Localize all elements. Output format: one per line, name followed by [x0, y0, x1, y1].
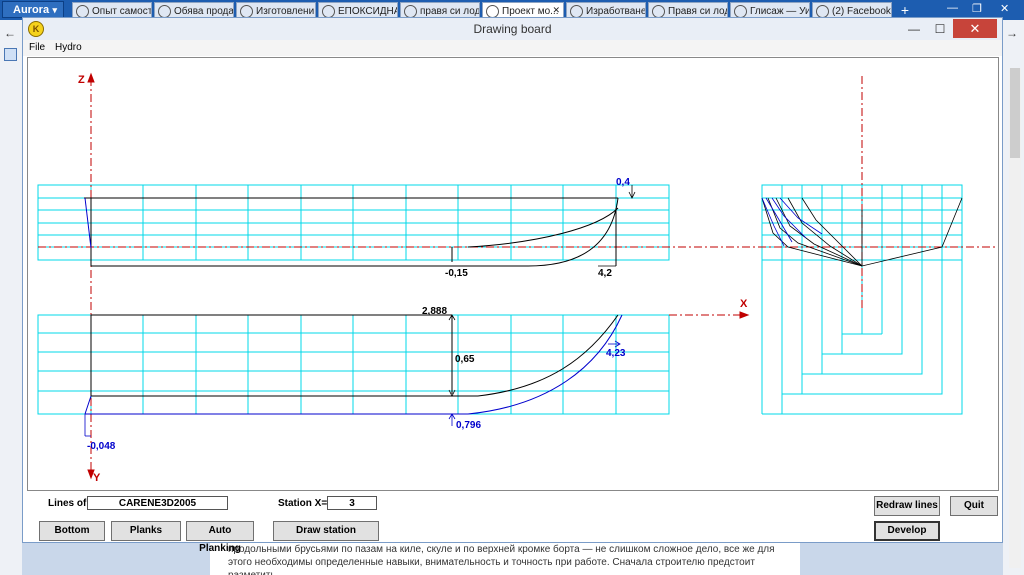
forward-arrow-icon[interactable]: →	[1006, 26, 1018, 40]
browser-tab-label: (2) Facebook	[832, 6, 891, 17]
close-button[interactable]: ✕	[953, 19, 997, 38]
dimension-label: 4,2	[598, 268, 612, 279]
dimension-label: 0,4	[616, 177, 630, 188]
redraw-lines-button[interactable]: Redraw lines	[874, 496, 940, 516]
draw-station-button[interactable]: Draw station	[273, 521, 379, 541]
browser-tab-label: Опыт самост...	[92, 6, 152, 17]
profile-grid	[37, 184, 670, 261]
browser-tab-label: Обява прода...	[174, 6, 234, 17]
station-field[interactable]: 3	[327, 496, 377, 510]
dimension-label: 4,23	[606, 348, 626, 359]
back-arrow-icon[interactable]: ←	[4, 26, 16, 40]
tab-close-icon[interactable]: ✕	[552, 5, 560, 16]
browser-tab-label: Проект мо...	[502, 6, 559, 17]
page-article-text: продольными брусьями по пазам на киле, с…	[210, 543, 800, 575]
lines-of-label: Lines of	[48, 498, 87, 509]
browser-tab-label: Глисаж — Уи...	[750, 6, 810, 17]
browser-minimize-button[interactable]: —	[947, 2, 958, 14]
browser-tab-label: Изработване ...	[586, 6, 646, 17]
maximize-button[interactable]: ☐	[927, 20, 953, 38]
plan-hull-lines	[90, 314, 619, 397]
dimension-label: -0,15	[445, 268, 468, 279]
menu-file[interactable]: File	[29, 42, 45, 53]
browser-left-strip: ←	[0, 20, 22, 575]
station-label: Station X=	[278, 498, 328, 509]
page-scrollbar-thumb[interactable]	[1010, 68, 1020, 158]
axis-lines	[38, 76, 998, 478]
page-icon	[4, 48, 17, 61]
x-axis-label: X	[740, 298, 748, 310]
browser-tab-label: правя си лод...	[420, 6, 480, 17]
axis-arrows	[87, 72, 750, 480]
auto-planking-button[interactable]: Auto Planking	[186, 521, 254, 554]
planks-button[interactable]: Planks	[111, 521, 181, 541]
browser-tab-label: Изготовлени...	[256, 6, 316, 17]
y-axis-label: Y	[93, 472, 101, 484]
browser-menu-button[interactable]: Aurora	[2, 1, 64, 19]
quit-button[interactable]: Quit	[950, 496, 998, 516]
menu-bar: File Hydro	[23, 40, 1002, 56]
dimension-label: 0,796	[456, 420, 482, 431]
develop-button[interactable]: Develop	[874, 521, 940, 541]
profile-hull-lines	[84, 197, 619, 267]
drawing-canvas[interactable]: Z X Y 0,4 -0,15 4,2 2,888 0,65 4,23 -0,0…	[27, 57, 999, 491]
browser-tab-label: Правя си лод...	[668, 6, 727, 17]
bottom-button[interactable]: Bottom	[39, 521, 105, 541]
article-line-1: продольными брусьями по пазам на киле, с…	[228, 544, 775, 555]
dimension-label: 2,888	[422, 306, 448, 317]
browser-restore-button[interactable]: ❐	[972, 2, 982, 15]
plan-grid	[37, 314, 670, 415]
dimension-label: -0,048	[87, 441, 116, 452]
browser-close-button[interactable]: ✕	[1000, 2, 1009, 15]
minimize-button[interactable]: —	[901, 20, 927, 38]
dimension-label: 0,65	[455, 354, 475, 365]
window-titlebar[interactable]: K Drawing board — ☐ ✕	[23, 18, 1002, 40]
window-title: Drawing board	[473, 22, 552, 36]
article-line-2: этого необходимы определенные навыки, вн…	[228, 557, 755, 575]
lines-of-field[interactable]: CARENE3D2005	[87, 496, 228, 510]
z-axis-label: Z	[78, 74, 85, 86]
drawing-board-window: K Drawing board — ☐ ✕ File Hydro Z X Y 0…	[22, 17, 1003, 554]
lines-plan-drawing[interactable]	[28, 58, 998, 490]
browser-tab-label: ЕПОКСИДНА...	[338, 6, 397, 17]
menu-hydro[interactable]: Hydro	[55, 42, 82, 53]
